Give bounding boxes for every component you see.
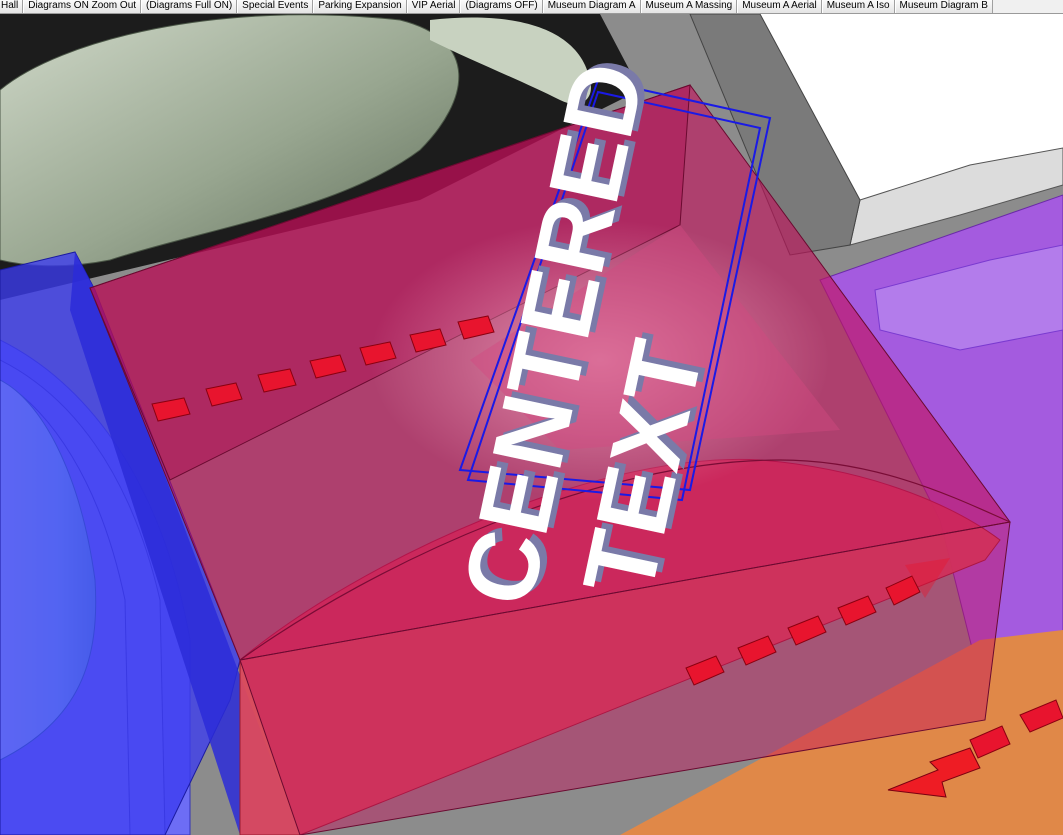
scene-tab[interactable]: Parking Expansion — [313, 0, 407, 13]
scene-tab[interactable]: Hall — [0, 0, 24, 13]
scene-tab[interactable]: VIP Aerial — [406, 0, 461, 13]
scene-tab[interactable]: Museum A Aerial — [737, 0, 822, 13]
scene-tab[interactable]: (Diagrams OFF) — [460, 0, 543, 13]
scene-tab[interactable]: Museum Diagram A — [542, 0, 641, 13]
scene-tabs: Hall Diagrams ON Zoom Out (Diagrams Full… — [0, 0, 1063, 14]
scene-tab[interactable]: Museum Diagram B — [894, 0, 993, 13]
scene-tab[interactable]: Diagrams ON Zoom Out — [23, 0, 142, 13]
scene-tab[interactable]: Special Events — [237, 0, 314, 13]
scene-tab[interactable]: Museum A Iso — [821, 0, 895, 13]
scene-tab[interactable]: (Diagrams Full ON) — [141, 0, 238, 13]
model-viewport[interactable]: CENTERED CENTERED TEXT TEXT — [0, 14, 1063, 835]
scene-tab[interactable]: Museum A Massing — [640, 0, 738, 13]
